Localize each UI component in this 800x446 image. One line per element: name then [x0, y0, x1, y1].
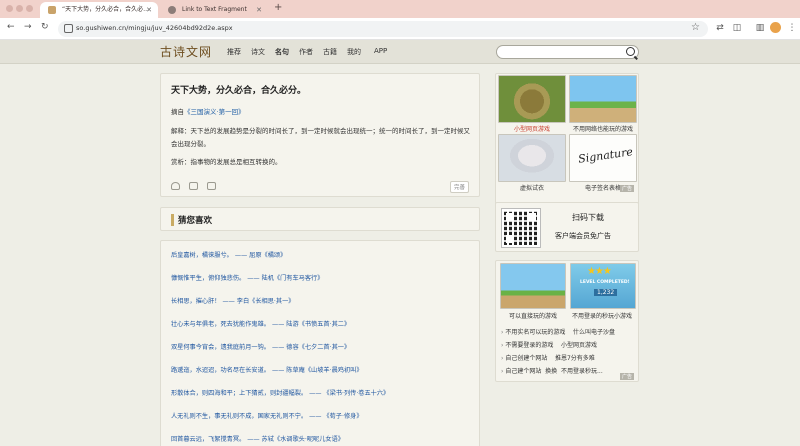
level-complete-text: LEVEL COMPLETED!: [580, 280, 630, 285]
address-bar[interactable]: so.gushiwen.cn/mingju/juv_42604bd92d2e.a…: [58, 21, 708, 37]
download-title: 扫码下载: [572, 213, 604, 222]
ad-caption[interactable]: 小型网页游戏: [496, 124, 568, 133]
link-favicon-icon: [168, 6, 176, 14]
ad-tag: 广告: [620, 185, 635, 192]
search-icon[interactable]: [626, 47, 635, 56]
more-menu-icon[interactable]: ⋮: [786, 22, 798, 34]
tab-close-icon[interactable]: ✕: [256, 2, 262, 18]
quote-source: 摘自《三国演义·第一回》: [171, 106, 245, 116]
ad-link[interactable]: 不用登录秒玩...: [561, 368, 603, 375]
window-minimize-dot[interactable]: [16, 5, 23, 12]
list-item[interactable]: 长相思，摧心肝！ —— 李白《长相思·其一》: [171, 296, 294, 305]
list-item[interactable]: 路逶迤，水迢迢，功名尽在长安道。 —— 陈草庵《山坡羊·晨鸡初叫》: [171, 365, 363, 374]
ad-link-row: › 不用实名可以玩的游戏 什么叫电子沙盘: [501, 329, 615, 336]
site-header: 古诗文网 推荐 诗文 名句 作者 古籍 我的 APP: [0, 40, 800, 64]
ad-caption[interactable]: 不用登录的秒玩小游戏: [566, 311, 638, 320]
source-link[interactable]: 《三国演义·第一回》: [184, 108, 245, 116]
maze-game-thumbnail[interactable]: [498, 75, 566, 123]
signature-thumbnail[interactable]: Signature: [569, 134, 637, 182]
url-text: so.gushiwen.cn/mingju/juv_42604bd92d2e.a…: [76, 24, 233, 32]
tab-close-icon[interactable]: ✕: [146, 2, 152, 18]
download-subtitle: 客户端会员免广告: [555, 232, 611, 240]
translate-icon[interactable]: ⇄: [714, 22, 726, 34]
ad-games-card: ★★★ LEVEL COMPLETED! 1,232 可以直接玩的游戏 不用登录…: [495, 260, 639, 382]
window-zoom-dot[interactable]: [26, 5, 33, 12]
new-tab-button[interactable]: +: [274, 2, 282, 13]
window-close-dot[interactable]: [6, 5, 13, 12]
menu-item-books[interactable]: 古籍: [323, 47, 337, 57]
section-accent-bar: [171, 214, 174, 226]
profile-avatar[interactable]: [770, 22, 781, 33]
guess-title: 猜您喜欢: [178, 216, 213, 226]
ad-caption[interactable]: 不用网络也能玩的游戏: [567, 124, 639, 133]
edit-button[interactable]: 完善: [449, 181, 469, 193]
platform-game-thumbnail[interactable]: [569, 75, 637, 123]
quote-title: 天下大势，分久必合，合久必分。: [171, 86, 307, 96]
ad-caption[interactable]: 可以直接玩的游戏: [497, 311, 569, 320]
tab-title: “天下大势，分久必合，合久必…: [62, 6, 150, 13]
menu-item-quotes[interactable]: 名句: [275, 47, 289, 57]
extensions-icon[interactable]: ◫: [731, 22, 743, 34]
list-item[interactable]: 形散体合，则四海和平；上下猜贰，则封疆幅裂。 —— 《梁书·列传·卷五十六》: [171, 388, 389, 397]
search-input[interactable]: [496, 45, 639, 59]
ad-link[interactable]: 什么叫电子沙盘: [573, 329, 615, 336]
stars-icon: ★★★: [587, 266, 612, 277]
menu-item-mine[interactable]: 我的: [347, 47, 361, 57]
ad-link-row: › 自己创建个网站 推恩7分有多难: [501, 355, 595, 362]
ad-link[interactable]: 自己建个网站: [505, 368, 541, 375]
download-icon[interactable]: [189, 182, 198, 190]
ad-caption[interactable]: 虚拟试衣: [496, 183, 568, 192]
site-favicon-icon: [48, 6, 56, 14]
level-score: 1,232: [594, 289, 618, 296]
ad-link-row: › 不需要登录的游戏 小型网页游戏: [501, 342, 597, 349]
forward-arrow-icon[interactable]: →: [24, 22, 32, 32]
browser-tab[interactable]: Link to Text Fragment ✕: [160, 2, 268, 18]
tab-title: Link to Text Fragment: [182, 6, 247, 13]
menu-item-authors[interactable]: 作者: [299, 47, 313, 57]
level-complete-thumbnail[interactable]: ★★★ LEVEL COMPLETED! 1,232: [570, 263, 636, 309]
browser-tab-bar: “天下大势，分久必合，合久必… ✕ Link to Text Fragment …: [0, 0, 800, 18]
list-item[interactable]: 壮心未与年俱老，死去犹能作鬼雄。 —— 陆游《书愤五首·其二》: [171, 319, 350, 328]
browser-toolbar: ← → ↻ so.gushiwen.cn/mingju/juv_42604bd9…: [0, 18, 800, 40]
tower-game-thumbnail[interactable]: [500, 263, 566, 309]
ad-link-row: › 自己建个网站 换换 不用登录秒玩...: [501, 368, 603, 375]
site-logo[interactable]: 古诗文网: [160, 43, 212, 60]
like-heart-icon[interactable]: [171, 182, 180, 190]
sidebar-icon[interactable]: ▥: [754, 22, 766, 34]
quote-card: 天下大势，分久必合，合久必分。 摘自《三国演义·第一回》 解释：天下总的发展趋势…: [160, 73, 480, 197]
list-item[interactable]: 后皇嘉树，橘徕服兮。 —— 屈原《橘颂》: [171, 250, 286, 259]
list-item[interactable]: 人无礼则不生，事无礼则不成，国家无礼则不宁。 —— 《荀子·修身》: [171, 411, 363, 420]
recommend-list: 后皇嘉树，橘徕服兮。 —— 屈原《橘颂》 慷慨惟平生，俯仰独悲伤。 —— 陆机《…: [160, 240, 480, 446]
menu-item-app[interactable]: APP: [374, 47, 387, 55]
signature-text: Signature: [577, 145, 634, 166]
copy-icon[interactable]: [207, 182, 216, 190]
qr-code-pattern: [502, 209, 540, 247]
ad-link[interactable]: 换换: [545, 368, 557, 375]
menu-item-poems[interactable]: 诗文: [251, 47, 265, 57]
back-arrow-icon[interactable]: ←: [7, 22, 15, 32]
ad-link[interactable]: 不需要登录的游戏: [505, 342, 553, 349]
list-item[interactable]: 慷慨惟平生，俯仰独悲伤。 —— 陆机《门有车马客行》: [171, 273, 323, 282]
app-download-card: 扫码下载 客户端会员免广告: [495, 202, 639, 252]
list-item[interactable]: 回首暮云远，飞絮搅青冥。 —— 苏轼《水调歌头·昵昵儿女语》: [171, 434, 344, 443]
quote-explanation: 解释：天下总的发展趋势是分裂的时间长了，到一定时候就会出现统一；统一的时间长了，…: [171, 127, 470, 148]
ad-link[interactable]: 小型网页游戏: [561, 342, 597, 349]
virtual-fitting-thumbnail[interactable]: [498, 134, 566, 182]
menu-item-recommend[interactable]: 推荐: [227, 47, 241, 57]
site-info-icon[interactable]: [64, 24, 73, 33]
ad-link[interactable]: 自己创建个网站: [505, 355, 547, 362]
page-content: 古诗文网 推荐 诗文 名句 作者 古籍 我的 APP 天下大势，分久必合，合久必…: [0, 40, 800, 446]
quote-appreciation: 赏析：指事物的发展总是相互转换的。: [171, 158, 282, 166]
ad-link[interactable]: 推恩7分有多难: [555, 355, 595, 362]
bookmark-star-icon[interactable]: ☆: [691, 22, 700, 33]
reload-icon[interactable]: ↻: [41, 22, 49, 32]
ad-link[interactable]: 不用实名可以玩的游戏: [505, 329, 565, 336]
browser-tab-active[interactable]: “天下大势，分久必合，合久必… ✕: [40, 2, 158, 18]
guess-header-card: 猜您喜欢: [160, 207, 480, 231]
ad-tag: 广告: [620, 373, 635, 380]
list-item[interactable]: 双星何事今宵会，遗我庭前月一钩。 —— 德容《七夕二首·其一》: [171, 342, 350, 351]
source-prefix: 摘自: [171, 108, 184, 116]
